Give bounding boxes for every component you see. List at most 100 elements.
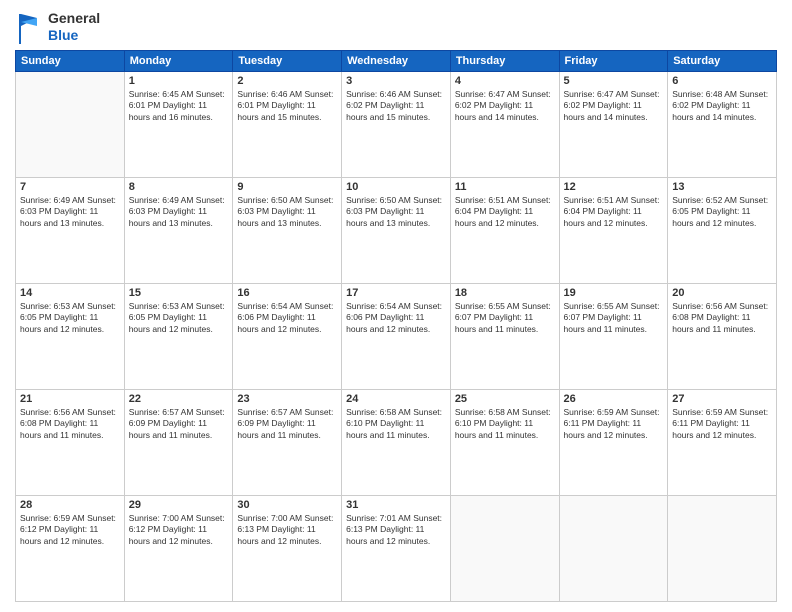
week-row-0: 1 Sunrise: 6:45 AM Sunset: 6:01 PM Daylig… [16, 72, 777, 178]
cell-info: Sunrise: 6:59 AM Sunset: 6:11 PM Dayligh… [564, 407, 664, 441]
calendar-cell: 3Sunrise: 6:46 AM Sunset: 6:02 PM Daylig… [342, 72, 451, 178]
day-header-friday: Friday [559, 51, 668, 72]
day-number: 10 [346, 181, 446, 193]
calendar-cell: 23Sunrise: 6:57 AM Sunset: 6:09 PM Dayli… [233, 390, 342, 496]
calendar-cell: 28 Sunrise: 6:59 AM Sunset: 6:12 PM Dayli… [16, 496, 125, 602]
cell-info: Sunrise: 6:59 AM Sunset: 6:11 PM Dayligh… [672, 407, 772, 441]
calendar-cell: 1 Sunrise: 6:45 AM Sunset: 6:01 PM Daylig… [124, 72, 233, 178]
cell-info: Sunrise: 6:51 AM Sunset: 6:04 PM Dayligh… [455, 195, 555, 229]
day-number: 4 [455, 75, 555, 87]
calendar-cell: 8 Sunrise: 6:49 AM Sunset: 6:03 PM Daylig… [124, 178, 233, 284]
cell-info: Sunrise: 7:00 AM Sunset: 6:12 PM Dayligh… [129, 513, 229, 547]
calendar-cell: 15 Sunrise: 6:53 AM Sunset: 6:05 PM Dayli… [124, 284, 233, 390]
calendar-cell: 9Sunrise: 6:50 AM Sunset: 6:03 PM Daylig… [233, 178, 342, 284]
calendar-cell: 6 Sunrise: 6:48 AM Sunset: 6:02 PM Daylig… [668, 72, 777, 178]
cell-info: Sunrise: 6:54 AM Sunset: 6:06 PM Dayligh… [346, 301, 446, 335]
calendar-cell: 20 Sunrise: 6:56 AM Sunset: 6:08 PM Dayli… [668, 284, 777, 390]
calendar-cell: 7Sunrise: 6:49 AM Sunset: 6:03 PM Daylig… [16, 178, 125, 284]
calendar-cell: 25 Sunrise: 6:58 AM Sunset: 6:10 PM Dayli… [450, 390, 559, 496]
day-number: 27 [672, 393, 772, 405]
calendar-cell: 27 Sunrise: 6:59 AM Sunset: 6:11 PM Dayli… [668, 390, 777, 496]
day-number: 28 [20, 499, 120, 511]
cell-info: Sunrise: 6:48 AM Sunset: 6:02 PM Dayligh… [672, 89, 772, 123]
day-header-wednesday: Wednesday [342, 51, 451, 72]
calendar-cell: 16 Sunrise: 6:54 AM Sunset: 6:06 PM Dayli… [233, 284, 342, 390]
calendar-cell: 5 Sunrise: 6:47 AM Sunset: 6:02 PM Daylig… [559, 72, 668, 178]
cell-info: Sunrise: 6:46 AM Sunset: 6:01 PM Dayligh… [237, 89, 337, 123]
header-row: SundayMondayTuesdayWednesdayThursdayFrid… [16, 51, 777, 72]
calendar-cell: 10Sunrise: 6:50 AM Sunset: 6:03 PM Dayli… [342, 178, 451, 284]
cell-info: Sunrise: 6:51 AM Sunset: 6:04 PM Dayligh… [564, 195, 664, 229]
day-number: 17 [346, 287, 446, 299]
cell-info: Sunrise: 6:59 AM Sunset: 6:12 PM Dayligh… [20, 513, 120, 547]
cell-info: Sunrise: 6:54 AM Sunset: 6:06 PM Dayligh… [237, 301, 337, 335]
cell-info: Sunrise: 6:58 AM Sunset: 6:10 PM Dayligh… [455, 407, 555, 441]
cell-info: Sunrise: 6:53 AM Sunset: 6:05 PM Dayligh… [129, 301, 229, 335]
day-number: 6 [672, 75, 772, 87]
cell-info: Sunrise: 6:53 AM Sunset: 6:05 PM Dayligh… [20, 301, 120, 335]
day-number: 29 [129, 499, 229, 511]
page: GeneralBlue SundayMondayTuesdayWednesday… [0, 0, 792, 612]
day-number: 20 [672, 287, 772, 299]
day-number: 21 [20, 393, 120, 405]
week-row-1: 7Sunrise: 6:49 AM Sunset: 6:03 PM Daylig… [16, 178, 777, 284]
calendar-cell: 31 Sunrise: 7:01 AM Sunset: 6:13 PM Dayli… [342, 496, 451, 602]
week-row-2: 14 Sunrise: 6:53 AM Sunset: 6:05 PM Dayli… [16, 284, 777, 390]
day-header-thursday: Thursday [450, 51, 559, 72]
cell-info: Sunrise: 6:46 AM Sunset: 6:02 PM Dayligh… [346, 89, 446, 123]
calendar-cell: 17 Sunrise: 6:54 AM Sunset: 6:06 PM Dayli… [342, 284, 451, 390]
cell-info: Sunrise: 6:56 AM Sunset: 6:08 PM Dayligh… [672, 301, 772, 335]
day-number: 2 [237, 75, 337, 87]
calendar-cell: 2 Sunrise: 6:46 AM Sunset: 6:01 PM Daylig… [233, 72, 342, 178]
calendar-cell: 19 Sunrise: 6:55 AM Sunset: 6:07 PM Dayli… [559, 284, 668, 390]
calendar-cell [668, 496, 777, 602]
day-number: 30 [237, 499, 337, 511]
cell-info: Sunrise: 6:45 AM Sunset: 6:01 PM Dayligh… [129, 89, 229, 123]
day-header-saturday: Saturday [668, 51, 777, 72]
day-number: 5 [564, 75, 664, 87]
cell-info: Sunrise: 6:55 AM Sunset: 6:07 PM Dayligh… [455, 301, 555, 335]
day-number: 11 [455, 181, 555, 193]
calendar-cell [16, 72, 125, 178]
day-number: 1 [129, 75, 229, 87]
calendar-cell: 12 Sunrise: 6:51 AM Sunset: 6:04 PM Dayli… [559, 178, 668, 284]
calendar-cell: 29 Sunrise: 7:00 AM Sunset: 6:12 PM Dayli… [124, 496, 233, 602]
cell-info: Sunrise: 6:52 AM Sunset: 6:05 PM Dayligh… [672, 195, 772, 229]
day-header-tuesday: Tuesday [233, 51, 342, 72]
calendar-cell: 4 Sunrise: 6:47 AM Sunset: 6:02 PM Daylig… [450, 72, 559, 178]
day-number: 25 [455, 393, 555, 405]
calendar-cell: 21 Sunrise: 6:56 AM Sunset: 6:08 PM Dayli… [16, 390, 125, 496]
cell-info: Sunrise: 6:47 AM Sunset: 6:02 PM Dayligh… [455, 89, 555, 123]
calendar-cell [450, 496, 559, 602]
day-number: 15 [129, 287, 229, 299]
week-row-3: 21 Sunrise: 6:56 AM Sunset: 6:08 PM Dayli… [16, 390, 777, 496]
day-number: 14 [20, 287, 120, 299]
day-number: 18 [455, 287, 555, 299]
calendar-cell: 14 Sunrise: 6:53 AM Sunset: 6:05 PM Dayli… [16, 284, 125, 390]
cell-info: Sunrise: 7:01 AM Sunset: 6:13 PM Dayligh… [346, 513, 446, 547]
calendar-cell: 11 Sunrise: 6:51 AM Sunset: 6:04 PM Dayli… [450, 178, 559, 284]
calendar-cell: 13Sunrise: 6:52 AM Sunset: 6:05 PM Dayli… [668, 178, 777, 284]
day-number: 8 [129, 181, 229, 193]
calendar-cell: 22Sunrise: 6:57 AM Sunset: 6:09 PM Dayli… [124, 390, 233, 496]
cell-info: Sunrise: 6:47 AM Sunset: 6:02 PM Dayligh… [564, 89, 664, 123]
cell-info: Sunrise: 6:49 AM Sunset: 6:03 PM Dayligh… [20, 195, 120, 229]
cell-info: Sunrise: 6:56 AM Sunset: 6:08 PM Dayligh… [20, 407, 120, 441]
calendar-cell: 18 Sunrise: 6:55 AM Sunset: 6:07 PM Dayli… [450, 284, 559, 390]
day-header-monday: Monday [124, 51, 233, 72]
calendar-cell: 26Sunrise: 6:59 AM Sunset: 6:11 PM Dayli… [559, 390, 668, 496]
logo: GeneralBlue [15, 10, 100, 44]
calendar-cell: 30 Sunrise: 7:00 AM Sunset: 6:13 PM Dayli… [233, 496, 342, 602]
cell-info: Sunrise: 6:49 AM Sunset: 6:03 PM Dayligh… [129, 195, 229, 229]
day-number: 16 [237, 287, 337, 299]
day-number: 19 [564, 287, 664, 299]
cell-info: Sunrise: 6:55 AM Sunset: 6:07 PM Dayligh… [564, 301, 664, 335]
calendar-cell: 24Sunrise: 6:58 AM Sunset: 6:10 PM Dayli… [342, 390, 451, 496]
day-number: 31 [346, 499, 446, 511]
day-number: 23 [237, 393, 337, 405]
week-row-4: 28 Sunrise: 6:59 AM Sunset: 6:12 PM Dayli… [16, 496, 777, 602]
day-number: 12 [564, 181, 664, 193]
day-header-sunday: Sunday [16, 51, 125, 72]
cell-info: Sunrise: 6:50 AM Sunset: 6:03 PM Dayligh… [237, 195, 337, 229]
cell-info: Sunrise: 7:00 AM Sunset: 6:13 PM Dayligh… [237, 513, 337, 547]
